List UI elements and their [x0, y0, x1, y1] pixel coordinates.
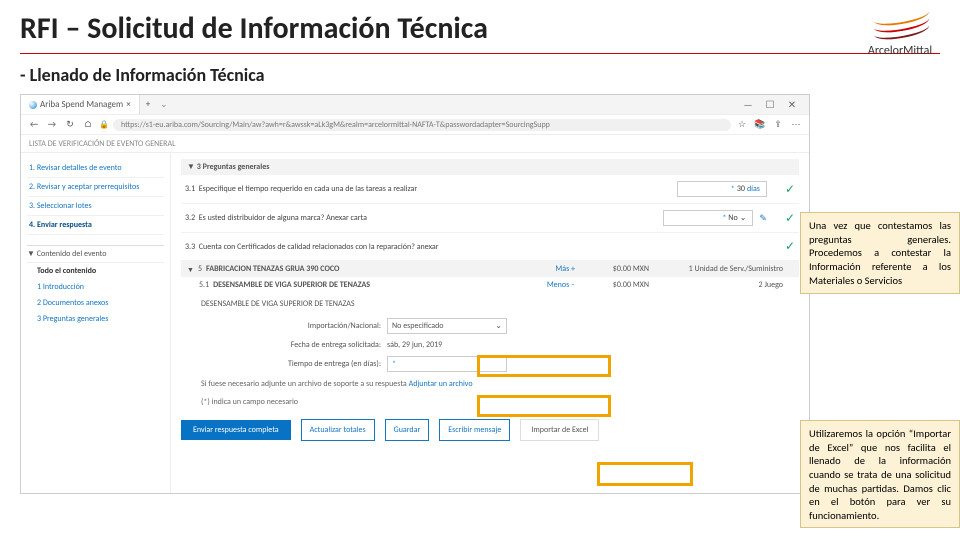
share-icon[interactable]: ⇪	[771, 119, 785, 130]
sidebar-sub-3[interactable]: 3 Preguntas generales	[27, 311, 164, 327]
browser-window: Ariba Spend Managem × + ⌄ — ☐ ✕ ← → ↻ ⌂ …	[20, 94, 810, 494]
new-tab-icon[interactable]: +	[140, 99, 156, 110]
page-header-strip: LISTA DE VERIFICACIÓN DE EVENTO GENERAL	[21, 135, 809, 153]
url-field[interactable]: https://s1-eu.ariba.com/Sourcing/Main/aw…	[113, 119, 731, 131]
required-star-icon: *	[731, 184, 735, 194]
sidebar-step-4[interactable]: 4. Enviar respuesta	[27, 216, 164, 235]
attach-note: Si fuese necesario adjunte un archivo de…	[201, 375, 795, 393]
callout-preguntas: Una vez que contestamos las preguntas ge…	[800, 212, 960, 294]
chevron-down-icon: ⌄	[495, 321, 502, 331]
forward-button[interactable]: →	[45, 119, 59, 130]
item-detail: DESENSAMBLE DE VIGA SUPERIOR DE TENAZAS …	[181, 293, 799, 411]
window-maximize-button[interactable]: ☐	[761, 98, 779, 111]
window-minimize-button[interactable]: —	[739, 98, 757, 111]
arcelormittal-logo: ArcelorMittal	[866, 14, 934, 58]
check-icon: ✓	[785, 239, 795, 254]
action-button-bar: Enviar respuesta completa Actualizar tot…	[181, 419, 799, 441]
check-icon: ✓	[785, 211, 795, 226]
detail-import-nacional: Importación/Nacional: No especificado⌄	[201, 315, 795, 337]
title-rule	[20, 53, 940, 54]
importar-excel-button[interactable]: Importar de Excel	[520, 419, 599, 441]
sidebar-step-2[interactable]: 2. Revisar y aceptar prerrequisitos	[27, 178, 164, 197]
reload-button[interactable]: ↻	[63, 119, 77, 130]
q31-input[interactable]: * 30 días	[677, 181, 767, 197]
attach-icon[interactable]: ✎	[759, 213, 767, 224]
attach-file-link[interactable]: Adjuntar un archivo	[409, 379, 473, 389]
sidebar-sub-1[interactable]: 1 Introducción	[27, 279, 164, 295]
close-tab-icon[interactable]: ×	[126, 99, 130, 110]
question-3-2: 3.2 Es usted distribuidor de alguna marc…	[181, 204, 799, 233]
item-5-1-row[interactable]: 5.1 DESENSAMBLE DE VIGA SUPERIOR DE TENA…	[181, 277, 799, 293]
browser-tab[interactable]: Ariba Spend Managem ×	[21, 95, 140, 114]
item-subname: DESENSAMBLE DE VIGA SUPERIOR DE TENAZAS	[201, 297, 795, 315]
group-preguntas-generales[interactable]: ▼ 3 Preguntas generales	[181, 159, 799, 175]
sidebar-step-1[interactable]: 1. Revisar detalles de evento	[27, 159, 164, 178]
chevron-down-icon: ⌄	[740, 213, 747, 223]
slide-title: RFI – Solicitud de Información Técnica	[20, 10, 940, 47]
logo-swoosh-icon	[874, 14, 934, 42]
callout-importar-excel: Utilizaremos la opción “Importar de Exce…	[800, 420, 960, 528]
escribir-mensaje-button[interactable]: Escribir mensaje	[439, 419, 510, 441]
slide-subtitle: - Llenado de Información Técnica	[20, 64, 940, 86]
actualizar-button[interactable]: Actualizar totales	[301, 419, 375, 441]
lock-icon: 🔒	[99, 120, 109, 130]
sidebar-sub-all[interactable]: Todo el contenido	[27, 263, 164, 279]
caret-down-icon: ▼	[187, 265, 194, 274]
submit-button[interactable]: Enviar respuesta completa	[181, 420, 291, 440]
detail-tiempo-entrega: Tiempo de entrega (en días): *	[201, 353, 795, 375]
tab-label: Ariba Spend Managem	[40, 99, 123, 110]
tiempo-input[interactable]: *	[387, 356, 507, 372]
main-panel: ▼ 3 Preguntas generales 3.1 Especifique …	[171, 153, 809, 493]
check-icon: ✓	[785, 182, 795, 197]
question-3-3: 3.3 Cuenta con Certificados de calidad r…	[181, 233, 799, 261]
highlight-import-excel	[597, 462, 693, 486]
mas-link[interactable]: Más +	[555, 264, 575, 274]
impnac-select[interactable]: No especificado⌄	[387, 318, 507, 334]
sidebar-content-header[interactable]: ▼ Contenido del evento	[27, 245, 164, 263]
sidebar-sub-2[interactable]: 2 Documentos anexos	[27, 295, 164, 311]
sidebar-step-3[interactable]: 3. Seleccionar lotes	[27, 197, 164, 216]
event-checklist-sidebar: 1. Revisar detalles de evento 2. Revisar…	[21, 153, 171, 493]
required-note: (*) indica un campo necesario	[201, 393, 795, 411]
ariba-favicon-icon	[29, 101, 37, 109]
item-5-row[interactable]: ▼ 5 FABRICACION TENAZAS GRUA 390 COCO Má…	[181, 261, 799, 277]
fecha-value: sáb, 29 jun, 2019	[387, 340, 442, 350]
question-3-1: 3.1 Especifique el tiempo requerido en c…	[181, 175, 799, 204]
menos-link[interactable]: Menos –	[547, 280, 575, 290]
logo-text: ArcelorMittal	[866, 44, 934, 58]
titlebar: Ariba Spend Managem × + ⌄ — ☐ ✕	[21, 95, 809, 115]
address-bar: ← → ↻ ⌂ 🔒 https://s1-eu.ariba.com/Sourci…	[21, 115, 809, 135]
guardar-button[interactable]: Guardar	[385, 419, 430, 441]
detail-fecha-entrega: Fecha de entrega solicitada: sáb, 29 jun…	[201, 337, 795, 353]
window-close-button[interactable]: ✕	[783, 98, 801, 111]
q32-select[interactable]: *No⌄	[663, 210, 753, 226]
settings-more-icon[interactable]: ⋯	[789, 119, 803, 130]
favorite-icon[interactable]: ☆	[735, 119, 749, 130]
back-button[interactable]: ←	[27, 119, 41, 130]
reading-list-icon[interactable]: 📚	[753, 119, 767, 130]
tab-overflow-icon[interactable]: ⌄	[156, 99, 172, 110]
home-button[interactable]: ⌂	[81, 119, 95, 130]
